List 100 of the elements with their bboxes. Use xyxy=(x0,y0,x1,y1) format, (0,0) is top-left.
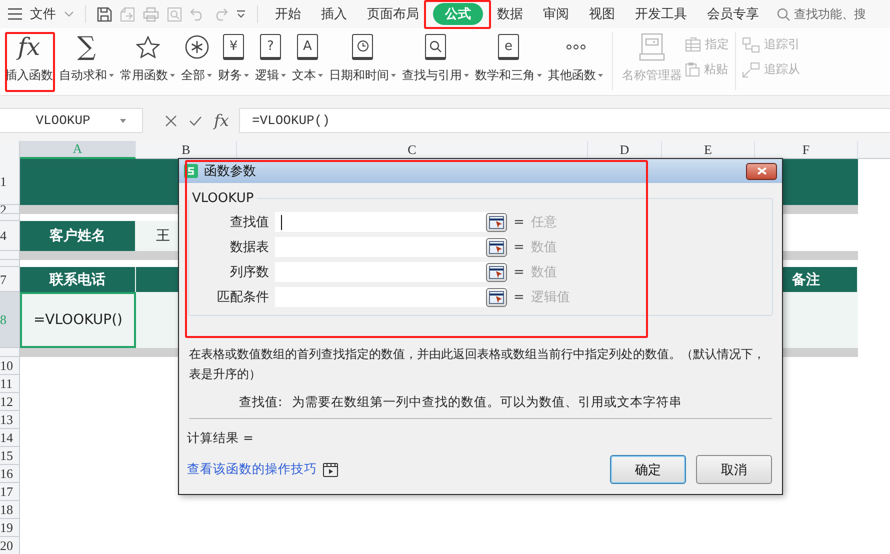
argument-label: 列序数 xyxy=(229,264,270,281)
range-picker-button[interactable] xyxy=(486,262,507,282)
more-icon xyxy=(566,44,586,50)
argument-type: 任意 xyxy=(531,214,558,231)
range-picker-icon xyxy=(489,216,504,228)
argument-field[interactable] xyxy=(275,287,507,307)
ribbon-button[interactable]: 其他函数 xyxy=(545,28,606,84)
tag-tray-icon xyxy=(639,33,665,61)
function-name: VLOOKUP xyxy=(191,191,255,206)
save-icon[interactable] xyxy=(97,6,112,22)
ribbon-button[interactable]: ¥ 财务 xyxy=(215,28,252,84)
ribbon-button[interactable]: 日期和时间 xyxy=(326,28,399,84)
row-header[interactable]: 16 xyxy=(0,465,20,483)
table-cell: =VLOOKUP() xyxy=(20,292,136,348)
ribbon-tab[interactable]: 页面布局 xyxy=(361,3,425,25)
row-header[interactable]: 18 xyxy=(0,501,20,519)
ribbon-tab[interactable]: 开始 xyxy=(269,3,307,25)
dropdown-icon[interactable] xyxy=(236,10,246,18)
argument-help-label: 查找值: xyxy=(239,394,282,411)
name-box[interactable]: VLOOKUP xyxy=(0,108,143,133)
formula-field[interactable]: =VLOOKUP() xyxy=(238,108,890,133)
row-header[interactable]: 13 xyxy=(0,411,20,429)
clipboard-icon xyxy=(685,62,700,77)
ribbon-button[interactable]: 常用函数 xyxy=(117,28,178,84)
book-icon: A xyxy=(297,34,318,60)
video-icon[interactable] xyxy=(323,462,338,476)
row-header[interactable]: 15 xyxy=(0,447,20,465)
argument-field[interactable] xyxy=(275,212,507,232)
highlight-frame xyxy=(5,32,55,92)
header-cell: 联系电话 xyxy=(20,267,136,292)
dialog-button[interactable]: 确定 xyxy=(610,455,686,484)
equals-sign: = xyxy=(512,214,526,230)
argument-field[interactable] xyxy=(275,237,507,257)
row-header[interactable]: 14 xyxy=(0,429,20,447)
insert-function-button[interactable]: fx xyxy=(214,111,229,130)
chevron-down-icon[interactable] xyxy=(64,11,74,17)
check-icon[interactable] xyxy=(189,116,202,126)
range-picker-button[interactable] xyxy=(486,212,507,232)
caret-icon xyxy=(120,118,126,122)
row-header[interactable]: 11 xyxy=(0,375,20,393)
file-menu[interactable]: 文件 xyxy=(30,5,56,23)
search-field[interactable]: 查找功能、搜 xyxy=(777,6,866,22)
search-icon xyxy=(777,8,790,20)
equals-sign: = xyxy=(512,240,526,254)
book-icon: ¥ xyxy=(223,34,244,60)
function-icon: fx xyxy=(18,33,40,61)
trace-icon xyxy=(742,36,760,52)
row-header[interactable]: 19 xyxy=(0,519,20,537)
ribbon-tab[interactable]: 插入 xyxy=(315,3,353,25)
argument-type: 逻辑值 xyxy=(531,289,571,306)
close-icon xyxy=(756,167,766,175)
ribbon-button[interactable]: ? 逻辑 xyxy=(252,28,289,84)
asterisk-icon xyxy=(184,35,208,59)
row-header[interactable]: 12 xyxy=(0,393,20,411)
header-cell: 客户姓名 xyxy=(20,221,136,251)
argument-label: 匹配条件 xyxy=(216,289,270,306)
argument-type: 数值 xyxy=(531,264,558,281)
ribbon-button[interactable]: A 文本 xyxy=(289,28,326,84)
ribbon-button[interactable]: 全部 xyxy=(178,28,215,84)
ribbon-button[interactable]: ∑ 自动求和 xyxy=(56,28,117,84)
highlight-frame xyxy=(424,0,491,29)
search-book-icon xyxy=(425,34,446,60)
function-description: 在表格或数值数组的首列查找指定的数值，并由此返回表格或数组当前行中指定列处的数值。（默认情况下，表是升序的） xyxy=(189,346,766,383)
argument-help-text: 为需要在数组第一列中查找的数值。可以为数值、引用或文本字符串 xyxy=(292,394,682,411)
ribbon-tab[interactable]: 开发工具 xyxy=(629,3,693,25)
help-link[interactable]: 查看该函数的操作技巧 xyxy=(187,461,317,478)
close-button[interactable] xyxy=(746,162,777,180)
row-header[interactable]: 7 xyxy=(0,267,20,292)
range-picker-icon xyxy=(489,266,504,278)
ribbon-tab[interactable]: 审阅 xyxy=(537,3,575,25)
equals-sign: = xyxy=(512,264,526,280)
ribbon-tab[interactable]: 会员专享 xyxy=(701,3,765,25)
star-icon xyxy=(136,36,160,58)
table-icon xyxy=(685,37,701,52)
sum-icon: ∑ xyxy=(77,33,96,61)
book-icon: e xyxy=(498,34,519,60)
menu-icon[interactable] xyxy=(8,8,22,20)
ribbon-button[interactable]: 查找与引用 xyxy=(399,28,472,84)
argument-type: 数值 xyxy=(531,239,558,256)
ribbon-button[interactable]: e 数学和三角 xyxy=(472,28,545,84)
cancel-icon[interactable] xyxy=(165,114,177,126)
row-header[interactable]: 4 xyxy=(0,221,20,251)
book-icon: ? xyxy=(260,34,281,60)
ribbon-tab[interactable]: 数据 xyxy=(491,3,529,25)
row-header[interactable]: 10 xyxy=(0,357,20,375)
equals-sign: = xyxy=(512,290,526,304)
range-picker-button[interactable] xyxy=(486,238,507,256)
row-header[interactable]: 20 xyxy=(0,537,20,554)
range-picker-icon xyxy=(489,290,504,304)
row-header[interactable]: 1 xyxy=(0,159,20,205)
dialog-button[interactable]: 取消 xyxy=(696,455,772,484)
clock-book-icon xyxy=(352,34,373,60)
trace-icon xyxy=(742,62,760,78)
range-picker-icon xyxy=(489,240,504,254)
ribbon-tab[interactable]: 视图 xyxy=(583,3,621,25)
row-header[interactable]: 17 xyxy=(0,483,20,501)
argument-field[interactable] xyxy=(275,262,507,282)
range-picker-button[interactable] xyxy=(486,288,507,306)
dialog-title: 函数参数 xyxy=(204,163,257,180)
result-label: 计算结果 = xyxy=(187,430,254,447)
